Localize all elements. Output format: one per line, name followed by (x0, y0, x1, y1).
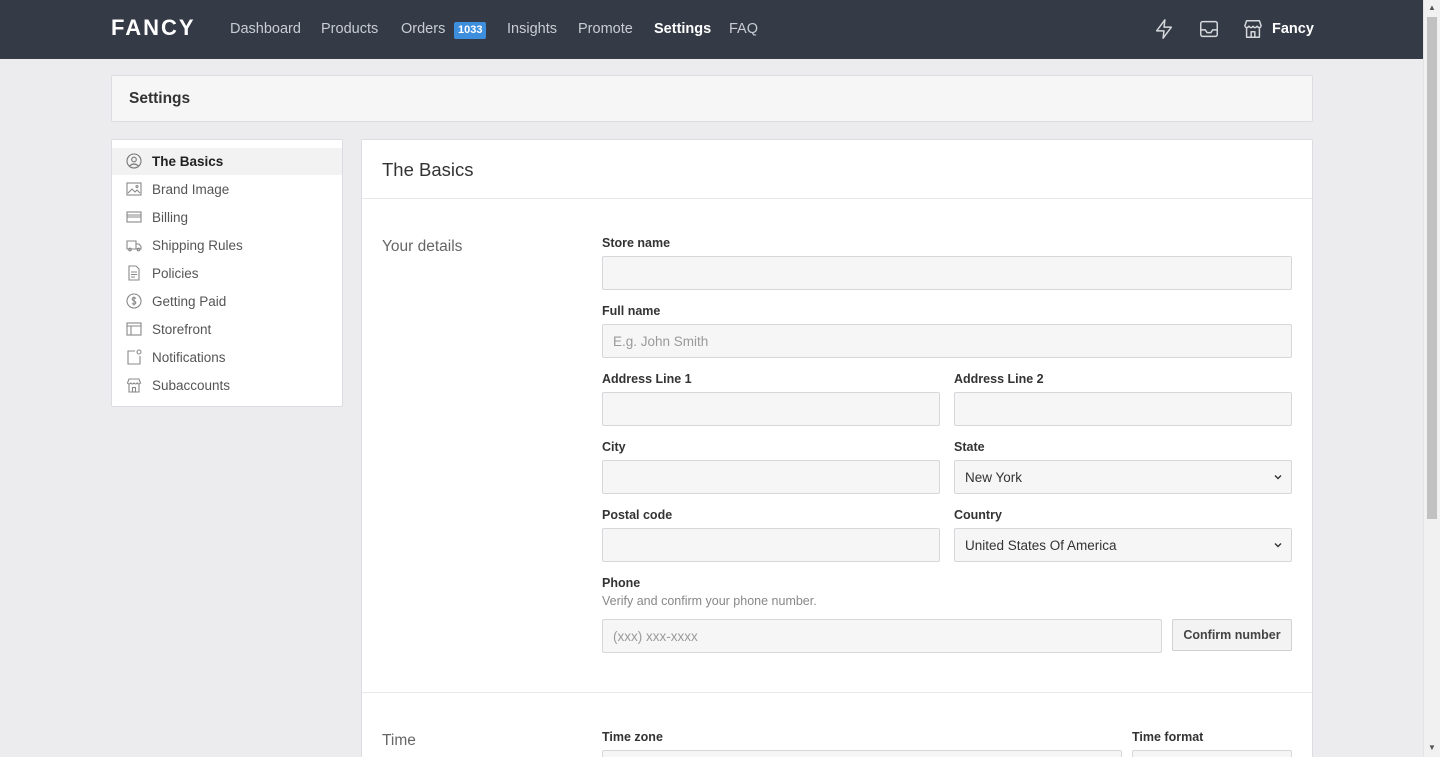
brand-logo[interactable]: FANCY (111, 15, 196, 41)
phone-label: Phone (602, 576, 641, 590)
divider (362, 692, 1312, 693)
sidebar-item-getting-paid[interactable]: Getting Paid (112, 288, 342, 315)
sidebar-item-the-basics[interactable]: The Basics (112, 148, 342, 175)
nav-promote[interactable]: Promote (578, 21, 633, 37)
section-title-your-details: Your details (382, 238, 463, 255)
sidebar-item-brand-image[interactable]: Brand Image (112, 176, 342, 203)
sidebar-item-label: The Basics (152, 154, 224, 169)
sidebar-item-label: Getting Paid (152, 294, 227, 309)
country-select-value: United States Of America (965, 538, 1117, 553)
store-name-label: Store name (602, 236, 671, 250)
scroll-up-icon[interactable]: ▲ (1428, 3, 1436, 12)
sidebar-item-label: Subaccounts (152, 378, 231, 393)
state-label: State (954, 440, 985, 454)
orders-count-badge: 1033 (454, 22, 487, 39)
notification-icon (126, 349, 142, 365)
scroll-thumb[interactable] (1427, 17, 1437, 519)
sidebar-item-shipping-rules[interactable]: Shipping Rules (112, 232, 342, 259)
dollar-coin-icon (126, 293, 142, 309)
sidebar-item-policies[interactable]: Policies (112, 260, 342, 287)
country-label: Country (954, 508, 1002, 522)
full-name-input[interactable] (602, 324, 1292, 358)
inbox-icon[interactable] (1198, 18, 1220, 40)
lightning-icon[interactable] (1153, 18, 1175, 40)
time-zone-label: Time zone (602, 730, 663, 744)
credit-card-icon (126, 209, 142, 225)
page-header: Settings (111, 75, 1313, 122)
time-format-select[interactable] (1132, 750, 1292, 757)
postal-code-input[interactable] (602, 528, 940, 562)
sidebar-item-label: Billing (152, 210, 189, 225)
layout-icon (126, 321, 142, 337)
sidebar-item-storefront[interactable]: Storefront (112, 316, 342, 343)
phone-input[interactable] (602, 619, 1162, 653)
divider (362, 198, 1312, 199)
state-select[interactable]: New York (954, 460, 1292, 494)
image-icon (126, 181, 142, 197)
settings-sidebar: The Basics Brand Image Billing Shipping … (111, 139, 343, 407)
nav-products[interactable]: Products (321, 21, 378, 37)
chevron-down-icon (1274, 543, 1282, 548)
nav-insights[interactable]: Insights (507, 21, 557, 37)
store-icon[interactable] (1242, 18, 1264, 40)
address-line-1-label: Address Line 1 (602, 372, 692, 386)
city-input[interactable] (602, 460, 940, 494)
chevron-down-icon (1274, 475, 1282, 480)
city-label: City (602, 440, 626, 454)
sidebar-item-label: Notifications (152, 350, 226, 365)
store-name-input[interactable] (602, 256, 1292, 290)
sidebar-item-subaccounts[interactable]: Subaccounts (112, 372, 342, 399)
nav-faq[interactable]: FAQ (729, 21, 758, 37)
section-title-time: Time (382, 732, 416, 749)
sidebar-item-label: Shipping Rules (152, 238, 243, 253)
address-line-2-input[interactable] (954, 392, 1292, 426)
basics-card: The Basics Your details Store name Full … (361, 139, 1313, 757)
postal-code-label: Postal code (602, 508, 673, 522)
page-scrollbar[interactable]: ▲ ▼ (1423, 0, 1440, 757)
full-name-label: Full name (602, 304, 661, 318)
document-icon (126, 265, 142, 281)
sidebar-item-billing[interactable]: Billing (112, 204, 342, 231)
time-zone-select[interactable] (602, 750, 1122, 757)
confirm-number-button[interactable]: Confirm number (1172, 619, 1292, 651)
nav-orders[interactable]: Orders (401, 21, 445, 37)
country-select[interactable]: United States Of America (954, 528, 1292, 562)
store-icon (126, 377, 142, 393)
sidebar-item-label: Brand Image (152, 182, 230, 197)
nav-dashboard[interactable]: Dashboard (230, 21, 301, 37)
scroll-down-icon[interactable]: ▼ (1428, 743, 1436, 752)
address-line-2-label: Address Line 2 (954, 372, 1044, 386)
time-format-label: Time format (1132, 730, 1204, 744)
sidebar-item-label: Storefront (152, 322, 212, 337)
sidebar-item-label: Policies (152, 266, 199, 281)
sidebar-item-notifications[interactable]: Notifications (112, 344, 342, 371)
truck-icon (126, 237, 142, 253)
top-navbar: FANCY Dashboard Products Orders 1033 Ins… (0, 0, 1423, 59)
phone-help-text: Verify and confirm your phone number. (602, 594, 817, 608)
user-circle-icon (126, 153, 142, 169)
account-name[interactable]: Fancy (1272, 21, 1314, 37)
address-line-1-input[interactable] (602, 392, 940, 426)
card-title: The Basics (382, 159, 474, 180)
state-select-value: New York (965, 470, 1023, 485)
page-title: Settings (129, 90, 191, 107)
nav-settings[interactable]: Settings (654, 21, 711, 37)
